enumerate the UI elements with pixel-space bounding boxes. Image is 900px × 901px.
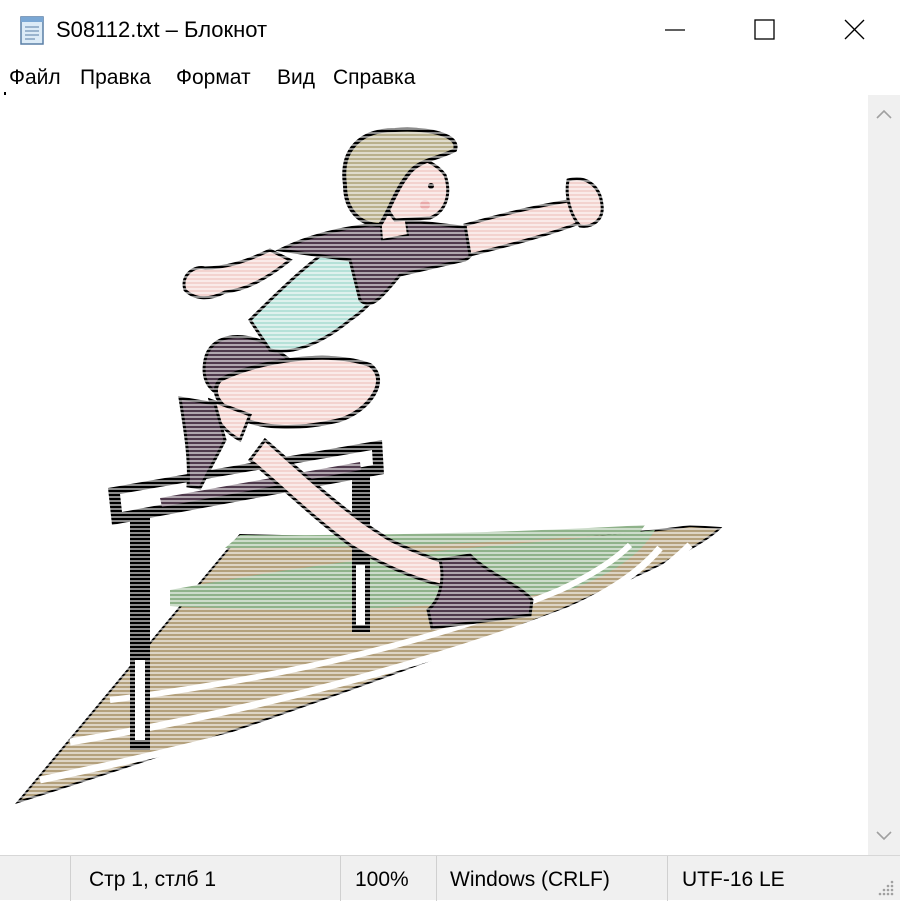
status-divider — [340, 856, 341, 901]
menu-format[interactable]: Формат — [176, 66, 251, 90]
chevron-down-icon[interactable] — [876, 831, 892, 841]
scanline-overlay — [0, 95, 868, 855]
resize-grip-icon[interactable] — [876, 878, 896, 898]
status-bar: Стр 1, стлб 1 100% Windows (CRLF) UTF-16… — [0, 855, 900, 901]
status-divider — [667, 856, 668, 901]
text-editor-area[interactable] — [0, 95, 868, 855]
menu-edit[interactable]: Правка — [80, 66, 151, 90]
maximize-button[interactable] — [720, 0, 810, 60]
minimize-button[interactable] — [630, 0, 720, 60]
menu-bar: Файл Правка Формат Вид Справка — [0, 60, 900, 94]
encoding: UTF-16 LE — [682, 868, 785, 891]
cursor-position: Стр 1, стлб 1 — [89, 868, 217, 891]
hurdler-ascii-art-icon — [0, 95, 868, 855]
scrollbar-arrows — [876, 109, 892, 841]
close-icon — [844, 19, 865, 40]
line-ending: Windows (CRLF) — [450, 868, 610, 891]
minimize-icon — [665, 29, 685, 31]
close-button[interactable] — [810, 0, 900, 60]
status-divider — [70, 856, 71, 901]
window-title: S08112.txt – Блокнот — [56, 17, 268, 42]
notepad-window: S08112.txt – Блокнот Файл Правка Формат … — [0, 0, 900, 901]
menu-file[interactable]: Файл — [9, 66, 61, 90]
status-divider — [436, 856, 437, 901]
notepad-icon — [18, 14, 46, 46]
menu-help[interactable]: Справка — [333, 66, 415, 90]
zoom-level: 100% — [355, 868, 409, 891]
maximize-icon — [754, 19, 775, 40]
menu-view[interactable]: Вид — [277, 66, 315, 90]
title-bar[interactable]: S08112.txt – Блокнот — [0, 0, 900, 60]
chevron-up-icon[interactable] — [876, 109, 892, 119]
vertical-scrollbar[interactable] — [868, 95, 900, 855]
